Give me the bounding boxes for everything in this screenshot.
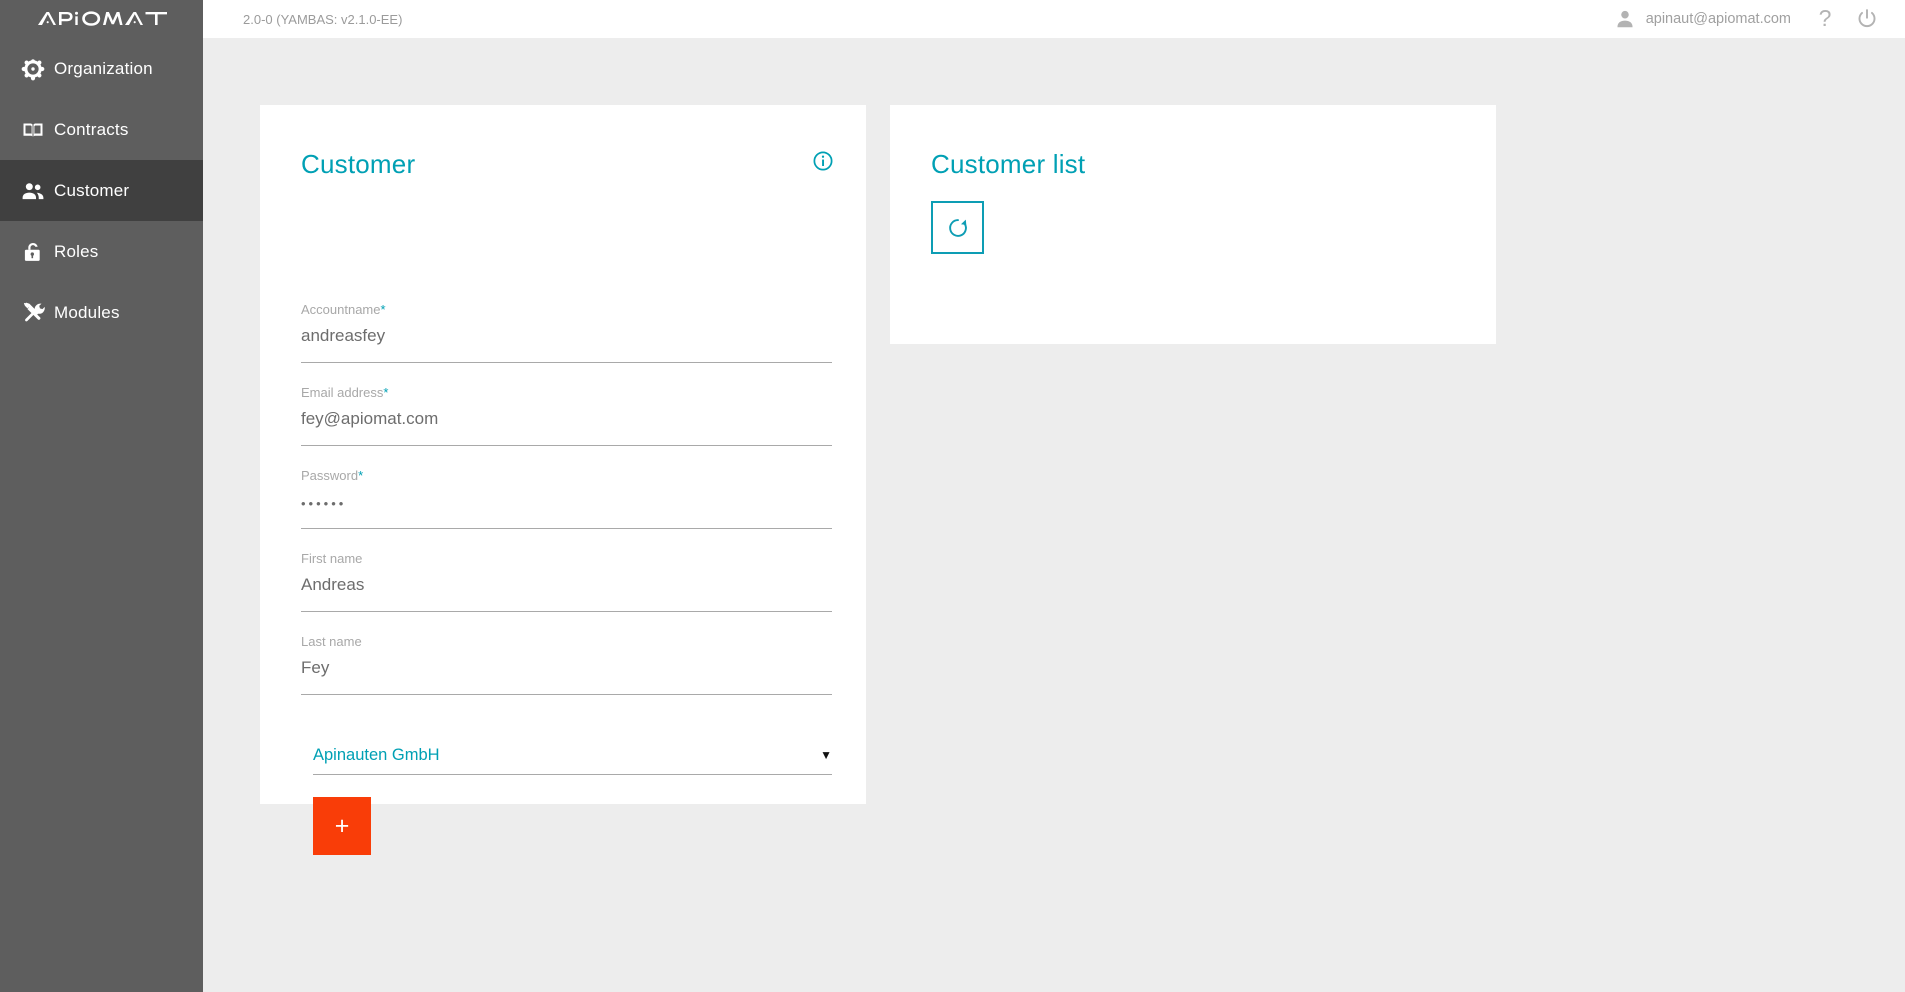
refresh-customer-list-button[interactable] <box>931 201 984 254</box>
top-bar: 2.0-0 (YAMBAS: v2.1.0-EE) apinaut@apioma… <box>203 0 1905 38</box>
required-asterisk: * <box>383 385 389 400</box>
field-label: Email address* <box>301 385 389 400</box>
field-label: Accountname* <box>301 302 386 317</box>
field-label: Password* <box>301 468 364 483</box>
refresh-circular-arrow-icon <box>946 216 970 240</box>
required-asterisk: * <box>380 302 386 317</box>
field-underline <box>301 528 832 529</box>
password-input[interactable]: •••••• <box>301 484 832 513</box>
hammer-wrench-icon <box>12 300 54 325</box>
first-name-input[interactable] <box>301 567 832 596</box>
sidebar-item-contracts[interactable]: Contracts <box>0 99 203 160</box>
field-label: First name <box>301 551 363 566</box>
sidebar-item-customer[interactable]: Customer <box>0 160 203 221</box>
field-accountname: Accountname* <box>301 302 832 385</box>
sidebar-item-roles[interactable]: Roles <box>0 221 203 282</box>
sidebar-item-label: Modules <box>54 302 120 322</box>
info-circle-icon[interactable] <box>812 150 834 172</box>
organization-select-value: Apinauten GmbH <box>313 746 440 764</box>
accountname-input[interactable] <box>301 318 832 347</box>
sidebar-item-label: Roles <box>54 241 99 261</box>
organization-select[interactable]: Apinauten GmbH ▼ <box>313 741 832 775</box>
lock-icon <box>12 240 54 264</box>
power-icon[interactable] <box>1845 8 1889 30</box>
field-underline <box>301 611 832 612</box>
sidebar-item-label: Customer <box>54 180 130 200</box>
sidebar-nav: Organization Contracts Customer Roles Mo… <box>0 38 203 343</box>
field-last-name: Last name <box>301 634 832 717</box>
main-content: Customer Accountname* Email address* <box>203 38 1905 992</box>
last-name-input[interactable] <box>301 650 832 679</box>
field-label: Last name <box>301 634 362 649</box>
sidebar-item-modules[interactable]: Modules <box>0 282 203 343</box>
page-title: Customer <box>301 149 416 179</box>
field-password: Password* •••••• <box>301 468 832 551</box>
version-text: 2.0-0 (YAMBAS: v2.1.0-EE) <box>243 11 403 27</box>
field-underline <box>301 362 832 363</box>
network-hub-icon <box>12 57 54 81</box>
question-mark-icon[interactable]: ? <box>1805 7 1845 31</box>
field-email-address: Email address* <box>301 385 832 468</box>
sidebar-item-label: Organization <box>54 58 153 78</box>
email-address-input[interactable] <box>301 401 832 430</box>
field-first-name: First name <box>301 551 832 634</box>
open-book-icon <box>12 118 54 142</box>
field-underline <box>313 774 832 775</box>
add-customer-button[interactable]: + <box>313 797 371 855</box>
apiomat-logo-icon <box>37 11 167 26</box>
sidebar: Organization Contracts Customer Roles Mo… <box>0 0 203 992</box>
sidebar-item-label: Contracts <box>54 119 129 139</box>
customer-form-card: Customer Accountname* Email address* <box>260 105 866 855</box>
sidebar-item-organization[interactable]: Organization <box>0 38 203 99</box>
required-asterisk: * <box>358 468 364 483</box>
top-bar-right-group: apinaut@apiomat.com ? <box>1614 0 1905 38</box>
people-icon <box>12 178 54 204</box>
application-window: Organization Contracts Customer Roles Mo… <box>0 0 1905 992</box>
svg-text:?: ? <box>1819 7 1832 31</box>
person-icon[interactable] <box>1614 8 1636 30</box>
chevron-down-icon: ▼ <box>820 748 832 762</box>
user-email-label: apinaut@apiomat.com <box>1645 11 1791 27</box>
customer-list-title: Customer list <box>931 149 1086 179</box>
field-underline <box>301 694 832 695</box>
field-underline <box>301 445 832 446</box>
apiomat-logo[interactable] <box>0 0 203 38</box>
customer-form-fields: Accountname* Email address* Password* ••… <box>301 302 832 717</box>
customer-list-card: Customer list <box>890 105 1496 344</box>
